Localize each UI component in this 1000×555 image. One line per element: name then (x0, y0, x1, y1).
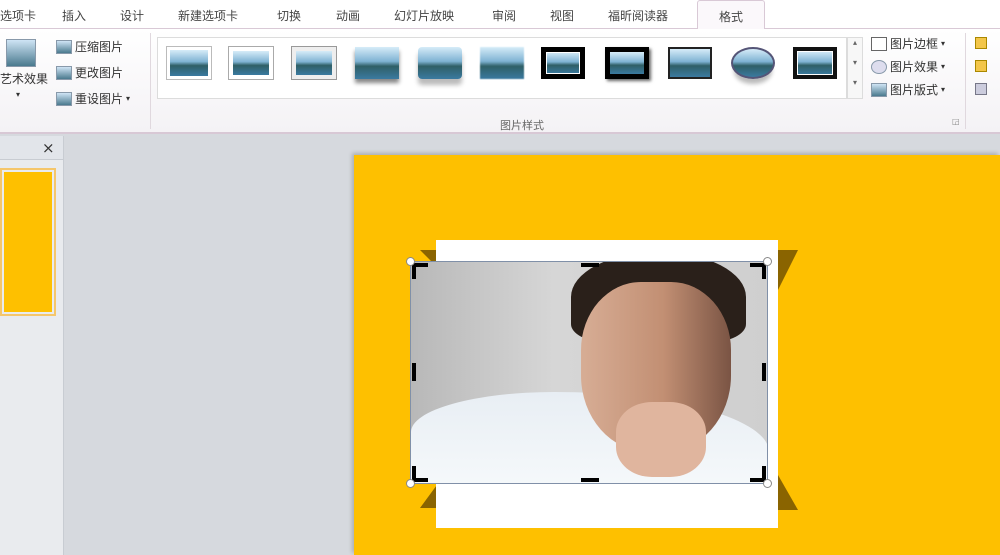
chevron-down-icon: ▾ (16, 90, 21, 99)
slide-canvas (354, 155, 1000, 555)
style-10[interactable] (731, 47, 775, 79)
style-4[interactable] (355, 47, 399, 79)
art-effects-icon (6, 39, 36, 67)
pen-icon (871, 36, 887, 51)
picture-effects-label: 图片效果 (890, 60, 939, 74)
chevron-down-icon: ▾ (941, 39, 946, 48)
style-7[interactable] (541, 47, 585, 79)
picture-styles-gallery (157, 37, 847, 99)
style-6[interactable] (480, 47, 524, 79)
style-3[interactable] (291, 46, 337, 80)
resize-handle[interactable] (763, 479, 772, 488)
picture-effects-button[interactable]: 图片效果 ▾ (871, 58, 945, 75)
tab-transitions[interactable]: 切换 (277, 7, 301, 24)
picture-border-label: 图片边框 (890, 37, 939, 51)
ribbon-decoration (778, 475, 798, 510)
send-backward-icon[interactable] (975, 60, 987, 72)
style-2[interactable] (228, 46, 274, 80)
picture-layout-button[interactable]: 图片版式 ▾ (871, 81, 945, 98)
picture-layout-label: 图片版式 (890, 83, 939, 97)
tab-design[interactable]: 设计 (120, 7, 144, 24)
tab-foxit[interactable]: 福昕阅读器 (608, 7, 668, 24)
reset-picture-icon (56, 91, 72, 106)
art-effects-button[interactable]: 艺术效果 ▾ (0, 39, 48, 99)
crop-handle-top[interactable] (581, 263, 599, 267)
divider (965, 33, 966, 129)
reset-picture-button[interactable]: 重设图片 ▾ (56, 90, 130, 107)
tab-slideshow[interactable]: 幻灯片放映 (394, 7, 454, 24)
chevron-down-icon: ▾ (126, 94, 131, 103)
tab-insert[interactable]: 插入 (62, 7, 86, 24)
compress-icon (56, 39, 72, 54)
compress-pictures-button[interactable]: 压缩图片 (56, 38, 123, 55)
change-picture-button[interactable]: 更改图片 (56, 64, 123, 81)
crop-handles[interactable] (406, 257, 772, 488)
crop-handle-tl[interactable] (412, 263, 428, 279)
change-label: 更改图片 (75, 66, 124, 80)
ribbon: 艺术效果 ▾ 压缩图片 更改图片 重设图片 ▾ ▴ ▾ ▾ 图片样式 ◲ 图片边框 ▾ … (0, 29, 1000, 134)
art-effects-label: 艺术效果 (0, 72, 49, 86)
bring-forward-icon[interactable] (975, 37, 987, 49)
crop-handle-left[interactable] (412, 363, 416, 381)
style-1[interactable] (166, 46, 212, 80)
resize-handle[interactable] (406, 479, 415, 488)
style-5[interactable] (418, 47, 462, 79)
tab-new[interactable]: 新建选项卡 (178, 7, 238, 24)
layout-icon (871, 82, 887, 97)
ribbon-tabs: 选项卡 插入 设计 新建选项卡 切换 动画 幻灯片放映 审阅 视图 福昕阅读器 … (0, 0, 1000, 30)
style-11[interactable] (793, 47, 837, 79)
picture-border-button[interactable]: 图片边框 ▾ (871, 35, 945, 52)
crop-handle-bl[interactable] (412, 466, 428, 482)
tab-review[interactable]: 审阅 (492, 7, 516, 24)
style-8[interactable] (605, 47, 649, 79)
effects-icon (871, 59, 887, 74)
resize-handle[interactable] (406, 257, 415, 266)
group-label-picture-styles: 图片样式 (500, 119, 544, 132)
reset-label: 重设图片 (75, 92, 124, 106)
tab-options[interactable]: 选项卡 (0, 7, 36, 24)
tab-view[interactable]: 视图 (550, 7, 574, 24)
crop-handle-right[interactable] (762, 363, 766, 381)
divider (150, 33, 151, 129)
tab-format[interactable]: 格式 (697, 0, 765, 30)
compress-label: 压缩图片 (75, 40, 124, 54)
crop-handle-tr[interactable] (750, 263, 766, 279)
chevron-down-icon: ▾ (941, 62, 946, 71)
close-icon[interactable]: × (42, 139, 55, 157)
ribbon-decoration (778, 250, 798, 290)
slides-pane: × (0, 136, 64, 555)
gallery-scrollbar[interactable]: ▴ ▾ ▾ (847, 37, 863, 99)
change-picture-icon (56, 65, 72, 80)
chevron-down-icon: ▾ (941, 85, 946, 94)
tab-animations[interactable]: 动画 (336, 7, 360, 24)
slide-thumbnail-1[interactable] (0, 168, 56, 316)
style-9[interactable] (668, 47, 712, 79)
crop-handle-bottom[interactable] (581, 478, 599, 482)
resize-handle[interactable] (763, 257, 772, 266)
selection-pane-icon[interactable] (975, 83, 987, 95)
dialog-launcher-icon[interactable]: ◲ (952, 117, 960, 126)
